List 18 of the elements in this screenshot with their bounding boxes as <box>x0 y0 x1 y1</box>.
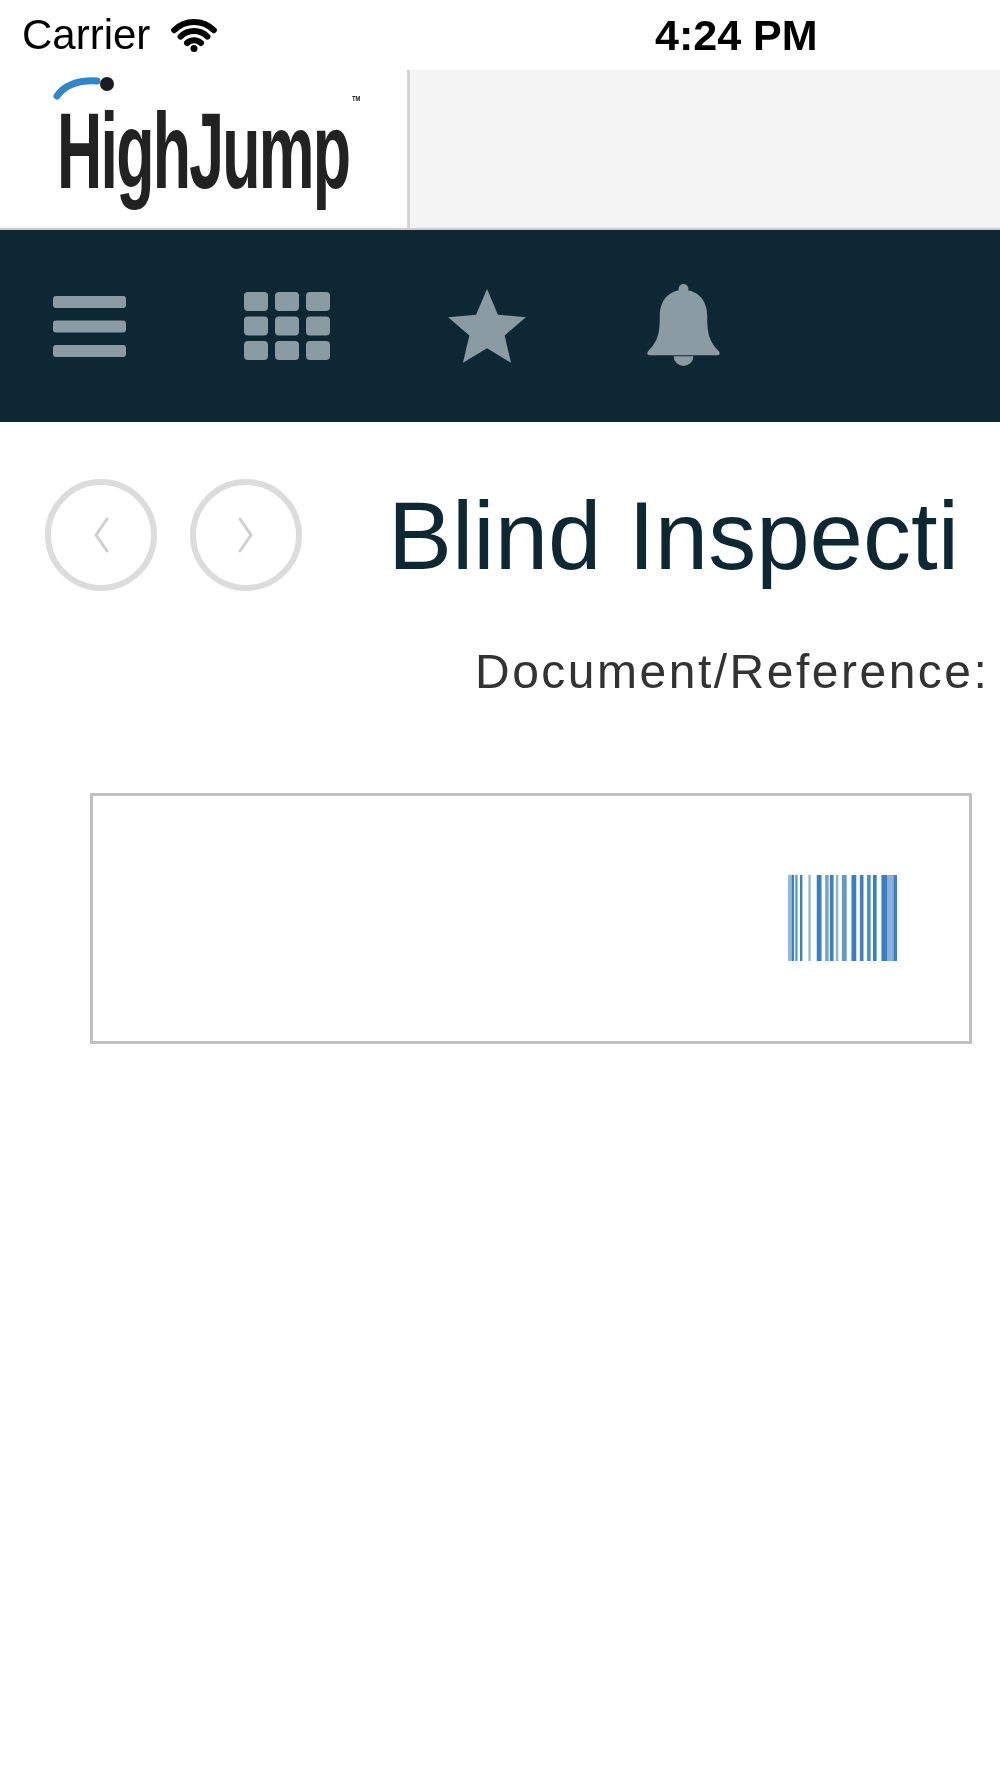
chevron-right-icon <box>238 516 254 553</box>
notifications-button[interactable] <box>644 283 723 369</box>
menu-icon <box>53 295 126 357</box>
menu-button[interactable] <box>53 295 126 357</box>
bell-icon <box>644 283 723 369</box>
field-label: Document/Reference: <box>475 644 990 701</box>
grid-icon <box>244 292 330 360</box>
apps-button[interactable] <box>244 292 330 360</box>
page-title: Blind Inspecti <box>388 481 959 591</box>
status-time: 4:24 PM <box>655 13 818 57</box>
logo-swoosh-icon <box>53 76 115 101</box>
wifi-icon <box>170 18 219 52</box>
barcode-icon[interactable] <box>788 875 897 962</box>
input-field[interactable] <box>90 792 972 1044</box>
chevron-left-icon <box>93 516 109 553</box>
favorites-button[interactable] <box>448 288 526 364</box>
carrier-name: Carrier <box>22 14 151 56</box>
star-icon <box>448 288 526 364</box>
